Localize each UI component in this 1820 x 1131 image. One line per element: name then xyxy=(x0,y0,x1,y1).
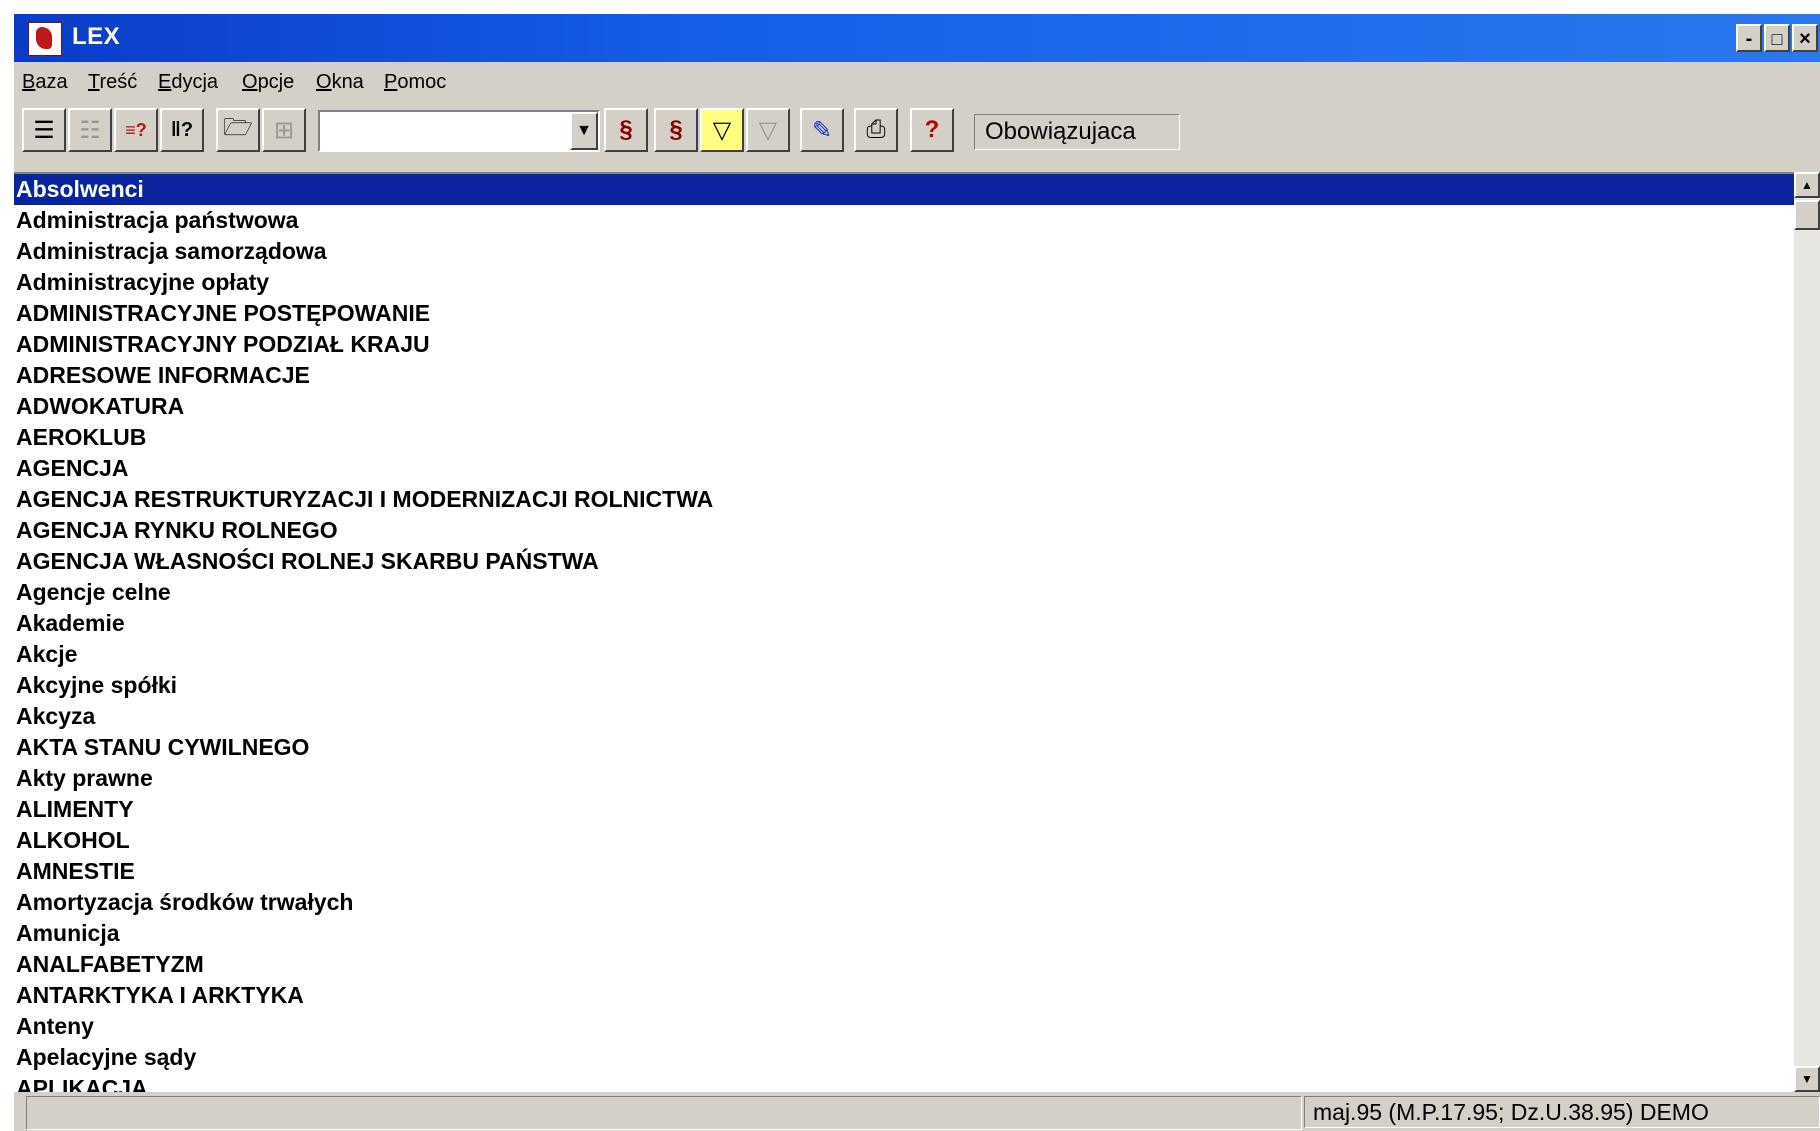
list-item[interactable]: ANALFABETYZM xyxy=(14,949,1794,980)
scroll-down-button[interactable]: ▼ xyxy=(1794,1066,1820,1092)
search-los-icon[interactable]: ≡? xyxy=(114,108,158,152)
scroll-up-button[interactable]: ▲ xyxy=(1794,172,1820,198)
list-item[interactable]: Akcyjne spółki xyxy=(14,670,1794,701)
list-item[interactable]: Akademie xyxy=(14,608,1794,639)
minimize-button[interactable]: - xyxy=(1736,24,1762,52)
list-item[interactable]: ALIMENTY xyxy=(14,794,1794,825)
help-icon[interactable]: ? xyxy=(910,108,954,152)
pen-icon[interactable]: ✎ xyxy=(800,108,844,152)
chevron-down-icon[interactable]: ▼ xyxy=(570,112,598,150)
list-item[interactable]: ADMINISTRACYJNY PODZIAŁ KRAJU xyxy=(14,329,1794,360)
list-item[interactable]: Apelacyjne sądy xyxy=(14,1042,1794,1073)
list-item[interactable]: Akcje xyxy=(14,639,1794,670)
toolbar: ☰ ☷ ≡? ‖? 🗁 ⊞ ▼ § § ▽ ▽ ✎ ⎙ ? Obowiązuja… xyxy=(14,102,1820,172)
filter-disabled-icon[interactable]: ▽ xyxy=(746,108,790,152)
status-bar: maj.95 (M.P.17.95; Dz.U.38.95) DEMO xyxy=(14,1092,1820,1131)
list-item[interactable]: ANTARKTYKA I ARKTYKA xyxy=(14,980,1794,1011)
lex-window: LEX - □ × Baza Treść Edycja Opcje Okna P… xyxy=(14,14,1820,1131)
tree-icon[interactable]: ⊞ xyxy=(262,108,306,152)
filter-paragraph-icon[interactable]: § xyxy=(654,108,698,152)
detail-view-icon[interactable]: ☷ xyxy=(68,108,112,152)
lex-app-icon[interactable] xyxy=(28,22,62,56)
find-paragraph-icon[interactable]: § xyxy=(604,108,648,152)
list-item[interactable]: Amunicja xyxy=(14,918,1794,949)
menu-tresc[interactable]: Treść xyxy=(88,71,137,94)
list-item[interactable]: AGENCJA WŁASNOŚCI ROLNEJ SKARBU PAŃSTWA xyxy=(14,546,1794,577)
list-item[interactable]: Akcyza xyxy=(14,701,1794,732)
window-title: LEX xyxy=(72,23,121,50)
menu-opcje[interactable]: Opcje xyxy=(242,71,294,94)
list-item[interactable]: Akty prawne xyxy=(14,763,1794,794)
filter-icon[interactable]: ▽ xyxy=(700,108,744,152)
list-item[interactable]: AMNESTIE xyxy=(14,856,1794,887)
sort-icon[interactable]: ‖? xyxy=(160,108,204,152)
validity-status-field: Obowiązujaca xyxy=(974,114,1180,150)
list-item[interactable]: AEROKLUB xyxy=(14,422,1794,453)
list-item[interactable]: ALKOHOL xyxy=(14,825,1794,856)
list-item[interactable]: ADRESOWE INFORMACJE xyxy=(14,360,1794,391)
scroll-thumb[interactable] xyxy=(1794,200,1820,230)
print-icon[interactable]: ⎙ xyxy=(854,108,898,152)
list-item[interactable]: AKTA STANU CYWILNEGO xyxy=(14,732,1794,763)
list-item[interactable]: Administracyjne opłaty xyxy=(14,267,1794,298)
list-item[interactable]: AGENCJA RYNKU ROLNEGO xyxy=(14,515,1794,546)
vertical-scrollbar[interactable]: ▲ ▼ xyxy=(1794,172,1820,1092)
status-pane-left xyxy=(26,1096,1302,1130)
menu-bar: Baza Treść Edycja Opcje Okna Pomoc xyxy=(14,64,1820,100)
list-view-icon[interactable]: ☰ xyxy=(22,108,66,152)
close-button[interactable]: × xyxy=(1792,24,1818,52)
status-pane-right: maj.95 (M.P.17.95; Dz.U.38.95) DEMO xyxy=(1304,1096,1820,1128)
list-item[interactable]: Administracja państwowa xyxy=(14,205,1794,236)
list-item[interactable]: AGENCJA xyxy=(14,453,1794,484)
subject-list[interactable]: Absolwenci Administracja państwowa Adminis… xyxy=(14,172,1794,1094)
list-item[interactable]: Absolwenci xyxy=(14,174,1794,205)
menu-okna[interactable]: Okna xyxy=(316,71,364,94)
list-item[interactable]: Amortyzacja środków trwałych xyxy=(14,887,1794,918)
menu-pomoc[interactable]: Pomoc xyxy=(384,71,446,94)
list-item[interactable]: Agencje celne xyxy=(14,577,1794,608)
list-item[interactable]: Administracja samorządowa xyxy=(14,236,1794,267)
list-item[interactable]: ADMINISTRACYJNE POSTĘPOWANIE xyxy=(14,298,1794,329)
menu-edycja[interactable]: Edycja xyxy=(158,71,218,94)
list-item[interactable]: AGENCJA RESTRUKTURYZACJI I MODERNIZACJI … xyxy=(14,484,1794,515)
open-folder-icon[interactable]: 🗁 xyxy=(216,108,260,152)
title-bar[interactable]: LEX - □ × xyxy=(14,14,1820,62)
list-item[interactable]: Anteny xyxy=(14,1011,1794,1042)
maximize-button[interactable]: □ xyxy=(1764,24,1790,52)
list-item[interactable]: ADWOKATURA xyxy=(14,391,1794,422)
document-combo[interactable]: ▼ xyxy=(318,110,600,152)
menu-baza[interactable]: Baza xyxy=(22,71,68,94)
list-item[interactable]: APLIKACJA xyxy=(14,1073,1794,1094)
